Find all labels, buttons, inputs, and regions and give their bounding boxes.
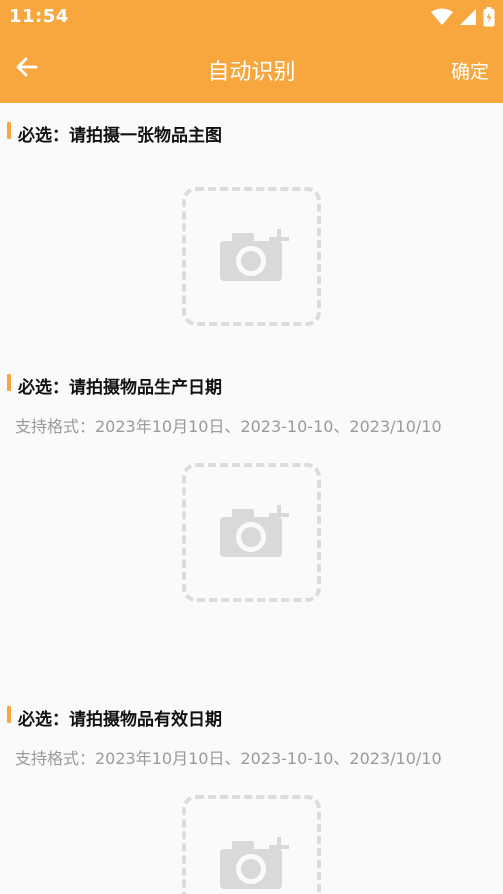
upload-photo-button[interactable] [182, 795, 321, 894]
section-accent-bar [7, 374, 11, 391]
section-accent-bar [7, 706, 11, 723]
status-icons [431, 7, 495, 27]
upload-photo-button[interactable] [182, 187, 321, 326]
camera-add-icon [220, 505, 289, 557]
section-title: 必选：请拍摄物品生产日期 [18, 378, 222, 398]
section-accent-bar [7, 122, 11, 139]
battery-icon [483, 7, 495, 27]
wifi-icon [431, 8, 453, 25]
format-hint: 支持格式：2023年10月10日、2023-10-10、2023/10/10 [15, 749, 442, 768]
camera-add-icon [220, 229, 289, 281]
section-title: 必选：请拍摄物品有效日期 [18, 710, 222, 730]
camera-add-icon [220, 837, 289, 889]
upload-photo-button[interactable] [182, 463, 321, 602]
page-title: 自动识别 [207, 60, 296, 85]
status-time: 11:54 [9, 6, 69, 27]
confirm-button[interactable]: 确定 [451, 57, 489, 84]
section-title: 必选：请拍摄一张物品主图 [18, 126, 222, 146]
signal-icon [460, 9, 476, 25]
status-bar: 11:54 [0, 0, 503, 34]
format-hint: 支持格式：2023年10月10日、2023-10-10、2023/10/10 [15, 417, 442, 436]
app-bar: 自动识别 确定 [0, 34, 503, 103]
